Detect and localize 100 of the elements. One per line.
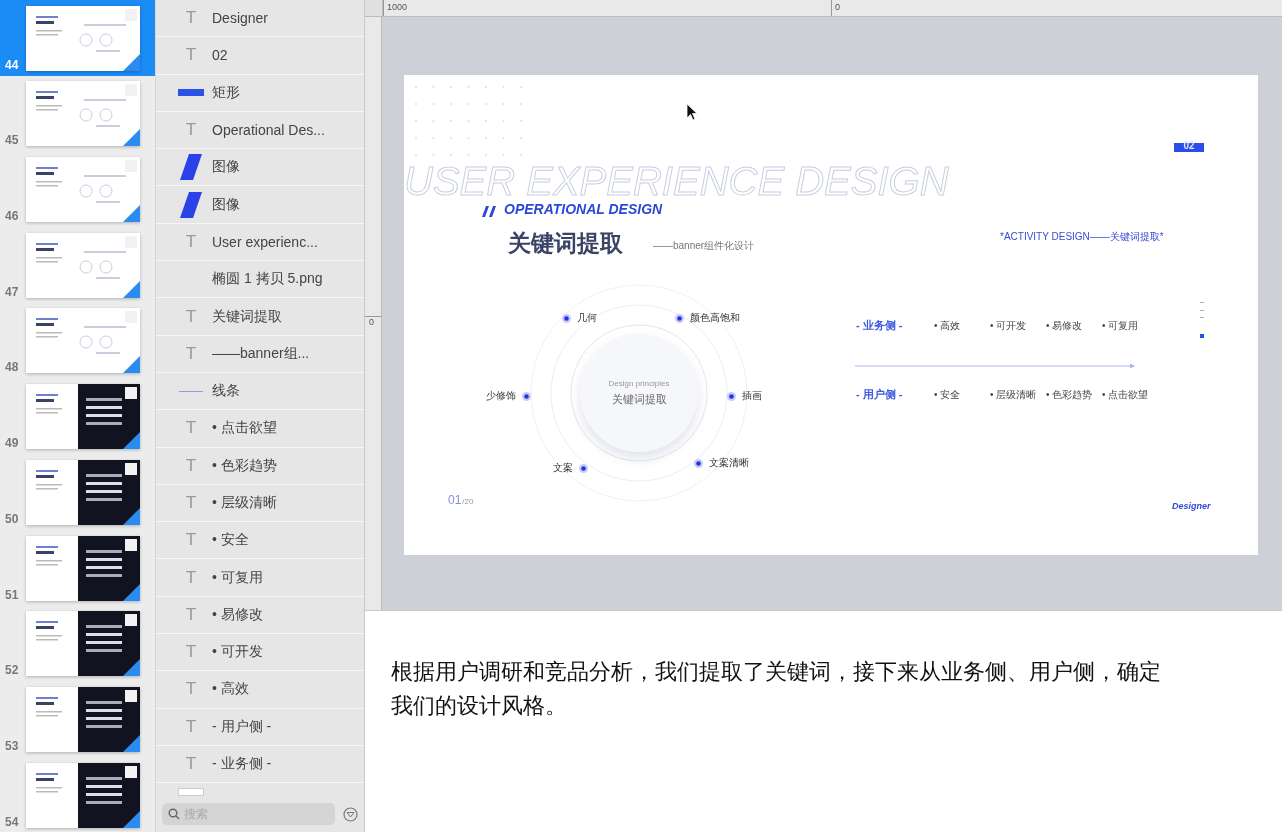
- slide-thumbnail[interactable]: [26, 686, 140, 752]
- row-heading: - 用户侧 -: [856, 387, 904, 402]
- layer-item[interactable]: T • 安全: [156, 522, 364, 560]
- slide-number: 50: [5, 511, 20, 526]
- slide-number: 47: [5, 284, 20, 299]
- layer-item[interactable]: T • 可开发: [156, 634, 364, 672]
- slide-item[interactable]: 47: [0, 227, 155, 303]
- slide-number: 44: [5, 57, 20, 72]
- slide-thumbnail[interactable]: [26, 308, 140, 374]
- keyword-label: 颜色高饱和: [690, 311, 740, 325]
- slide-item[interactable]: 45: [0, 75, 155, 152]
- text-layer-icon: T: [185, 343, 197, 364]
- layer-item[interactable]: T 关键词提取: [156, 298, 364, 336]
- tagline: *ACTIVITY DESIGN——关键词提取*: [1000, 231, 1164, 242]
- slide-thumbnail[interactable]: [26, 157, 140, 223]
- parallelogram-icon: [180, 154, 202, 181]
- text-layer-icon: T: [185, 418, 197, 439]
- search-icon: [168, 808, 180, 820]
- layer-item[interactable]: 椭圆 1 拷贝 5.png: [156, 261, 364, 299]
- layer-item[interactable]: T • 可复用: [156, 559, 364, 597]
- layer-item[interactable]: T Designer: [156, 0, 364, 38]
- slide-title: 关键词提取: [508, 230, 623, 256]
- layer-thumbnail-icon: [178, 788, 204, 796]
- pager-indicator-icon: [1200, 302, 1205, 339]
- text-layer-icon: T: [185, 306, 197, 327]
- layer-item[interactable]: T 02: [156, 37, 364, 75]
- slide-item[interactable]: 50: [0, 454, 155, 530]
- page-number: 01: [448, 493, 462, 507]
- keyword-item: • 安全: [934, 387, 962, 402]
- keyword-item: • 易修改: [1046, 318, 1084, 333]
- slide-thumbnail[interactable]: [26, 762, 140, 828]
- slide-thumbnail[interactable]: [26, 535, 140, 601]
- center-title: 关键词提取: [611, 392, 667, 407]
- slide-thumbnail[interactable]: [26, 5, 140, 71]
- parallelogram-icon: [180, 191, 202, 218]
- layer-item[interactable]: T Operational Des...: [156, 111, 364, 150]
- slide-item[interactable]: 48: [0, 302, 155, 379]
- page-badge: 02: [1174, 143, 1204, 152]
- keyword-item: • 可开发: [990, 318, 1028, 333]
- filter-icon[interactable]: [343, 806, 358, 822]
- keyword-dot-icon: [562, 313, 571, 323]
- ruler-label: 1000: [383, 0, 831, 16]
- text-layer-icon: T: [185, 716, 197, 737]
- text-layer-icon: T: [185, 231, 197, 252]
- keyword-label: 文案: [553, 461, 573, 475]
- text-layer-icon: T: [185, 120, 197, 141]
- slide-thumbnail[interactable]: [26, 232, 140, 298]
- keyword-dot-icon: [579, 463, 588, 473]
- slide-number: 45: [5, 133, 20, 148]
- layer-item[interactable]: 图像: [156, 186, 364, 224]
- layer-item[interactable]: 图像: [156, 149, 364, 187]
- layer-item[interactable]: 线条: [156, 372, 364, 411]
- keyword-dot-icon: [675, 313, 684, 323]
- keyword-label: 少修饰: [486, 389, 516, 403]
- layer-item[interactable]: T ——banner组...: [156, 335, 364, 373]
- slide-thumbnail[interactable]: [26, 81, 140, 147]
- layer-item[interactable]: T • 色彩趋势: [156, 447, 364, 485]
- rectangle-icon: [178, 89, 204, 97]
- slide-thumbnail[interactable]: [26, 459, 140, 525]
- layer-item[interactable]: T • 高效: [156, 671, 364, 709]
- slide-item[interactable]: 51: [0, 529, 155, 606]
- keyword-label: 文案清晰: [709, 456, 749, 470]
- slide-thumbnail[interactable]: [26, 384, 140, 450]
- text-layer-icon: T: [185, 604, 197, 625]
- layer-item[interactable]: T - 用户侧 -: [156, 708, 364, 746]
- text-layer-icon: T: [185, 642, 197, 663]
- slide-thumbnail[interactable]: [26, 611, 140, 677]
- layer-item[interactable]: T • 易修改: [156, 596, 364, 635]
- text-layer-icon: T: [185, 45, 197, 66]
- keyword-dot-icon: [694, 458, 703, 468]
- center-caption: Design principles: [608, 379, 670, 388]
- slash-icon: [482, 206, 498, 217]
- text-layer-icon: T: [185, 530, 197, 551]
- slide-item[interactable]: 52: [0, 605, 155, 682]
- layer-item[interactable]: T • 点击欲望: [156, 410, 364, 448]
- slide-number: 51: [5, 587, 20, 602]
- keyword-item: • 高效: [934, 318, 962, 333]
- ruler-label: 0: [831, 0, 1231, 16]
- slide-number: 48: [5, 360, 20, 375]
- keyword-dot-icon: [522, 391, 531, 401]
- eyebrow-text: OPERATIONAL DESIGN: [504, 202, 663, 216]
- layer-item[interactable]: T • 层级清晰: [156, 484, 364, 523]
- layer-item[interactable]: T - 业务侧 -: [156, 745, 364, 784]
- cursor-icon: [686, 103, 698, 121]
- speaker-notes[interactable]: 根据用户调研和竞品分析，我们提取了关键词，接下来从业务侧、用户侧，确定我们的设计风格。: [391, 655, 1171, 724]
- ruler-label: 0: [365, 316, 381, 327]
- layer-item[interactable]: 矩形: [156, 74, 364, 112]
- keyword-item: • 色彩趋势: [1046, 387, 1094, 402]
- slide-item[interactable]: 54: [0, 756, 155, 832]
- text-layer-icon: T: [185, 455, 197, 476]
- slide-item[interactable]: 46: [0, 151, 155, 228]
- text-layer-icon: T: [185, 567, 197, 588]
- page-total: /20: [462, 497, 474, 506]
- slide-number: 52: [5, 663, 20, 678]
- slide-item[interactable]: 49: [0, 378, 155, 455]
- slide-item[interactable]: 53: [0, 681, 155, 757]
- keyword-dot-icon: [727, 391, 736, 401]
- keyword-label: 插画: [742, 389, 762, 403]
- layer-item[interactable]: T User experienc...: [156, 223, 364, 262]
- keyword-item: • 层级清晰: [990, 387, 1038, 402]
